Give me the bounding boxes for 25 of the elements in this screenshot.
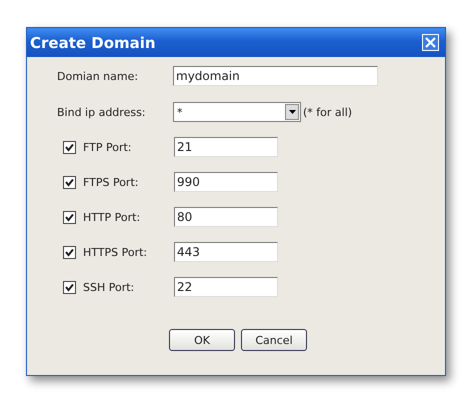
port-label: HTTP Port: bbox=[83, 210, 142, 224]
port-label: FTPS Port: bbox=[83, 176, 140, 188]
port-field[interactable]: 21 bbox=[174, 137, 278, 157]
domain-name-field[interactable]: mydomain bbox=[173, 66, 378, 86]
field-label: Domian name: bbox=[57, 70, 140, 82]
port-field[interactable]: 443 bbox=[174, 242, 278, 262]
window-title: Create Domain bbox=[30, 34, 156, 52]
port-field[interactable]: 990 bbox=[174, 172, 278, 192]
checkbox[interactable] bbox=[63, 140, 76, 154]
checkbox[interactable] bbox=[63, 246, 76, 258]
checkbox[interactable] bbox=[63, 210, 76, 224]
checkbox[interactable] bbox=[63, 176, 76, 188]
bind-ip-dropdown[interactable]: * bbox=[173, 102, 301, 122]
close-icon bbox=[424, 36, 437, 49]
field-label: Bind ip address: bbox=[57, 106, 147, 118]
port-label: FTP Port: bbox=[83, 140, 132, 154]
port-label: HTTPS Port: bbox=[83, 246, 148, 258]
port-field[interactable]: 22 bbox=[174, 277, 278, 297]
port-field[interactable]: 80 bbox=[174, 207, 278, 227]
port-label: SSH Port: bbox=[83, 280, 136, 294]
dialog-button[interactable]: OK bbox=[169, 329, 235, 351]
hint-text: (* for all) bbox=[303, 106, 352, 118]
checkbox[interactable] bbox=[63, 280, 76, 294]
dialog-button[interactable]: Cancel bbox=[241, 329, 307, 351]
close-button[interactable] bbox=[422, 34, 439, 51]
